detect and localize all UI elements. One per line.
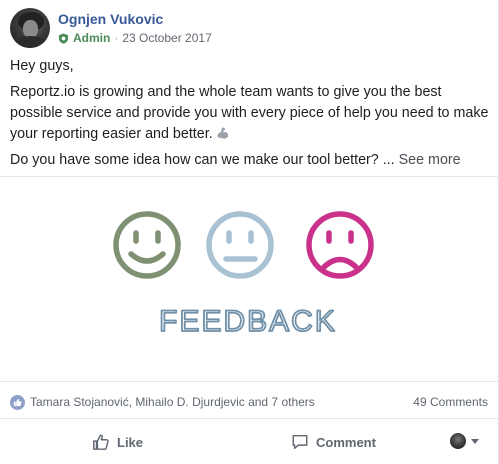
meta-separator: ·	[114, 31, 119, 45]
comment-bubble-icon	[292, 434, 308, 450]
content-divider	[0, 176, 499, 177]
like-button[interactable]: Like	[92, 433, 143, 451]
comment-label: Comment	[316, 434, 376, 450]
post-meta: Ognjen Vukovic Admin · 23 October 2017	[58, 8, 212, 45]
shield-icon	[58, 32, 69, 44]
current-user-avatar	[450, 433, 466, 449]
admin-badge: Admin	[73, 31, 111, 45]
post-as-selector[interactable]	[450, 433, 479, 449]
post-text: Hey guys, Reportz.io is growing and the …	[10, 56, 490, 176]
see-more-link[interactable]: See more	[399, 152, 461, 168]
reactions-divider	[0, 381, 499, 382]
post-body-text: Reportz.io is growing and the whole team…	[10, 84, 489, 142]
post-question: Do you have some idea how can we make ou…	[10, 150, 490, 171]
post-greeting: Hey guys,	[10, 58, 74, 74]
actions-divider	[0, 418, 499, 419]
neutral-face-icon	[206, 211, 274, 279]
post-subline: Admin · 23 October 2017	[58, 31, 212, 45]
author-name[interactable]: Ognjen Vukovic	[58, 10, 212, 28]
comments-count[interactable]: 49 Comments	[413, 395, 488, 409]
feedback-image[interactable]: FEEDBACK	[100, 198, 390, 348]
chevron-down-icon	[471, 438, 479, 444]
sad-face-icon	[306, 211, 374, 279]
actions-bar: Like Comment	[0, 428, 499, 456]
post-header: Ognjen Vukovic Admin · 23 October 2017	[10, 8, 212, 48]
feedback-caption: FEEDBACK	[159, 305, 337, 338]
like-reaction-icon[interactable]	[10, 394, 25, 410]
thumbs-up-icon	[93, 434, 109, 450]
flexed-biceps-emoji-icon	[217, 127, 228, 139]
happy-face-icon	[113, 211, 181, 279]
reactions-row: Tamara Stojanović, Mihailo D. Djurdjevic…	[10, 393, 488, 411]
post-date[interactable]: 23 October 2017	[122, 31, 211, 45]
comment-button[interactable]: Comment	[291, 433, 376, 451]
post-card: Ognjen Vukovic Admin · 23 October 2017 H…	[0, 0, 499, 464]
reactors-list[interactable]: Tamara Stojanović, Mihailo D. Djurdjevic…	[30, 395, 413, 409]
author-avatar[interactable]	[10, 8, 50, 48]
like-label: Like	[117, 434, 144, 450]
post-question-text: Do you have some idea how can we make ou…	[10, 152, 395, 168]
post-body: Reportz.io is growing and the whole team…	[10, 82, 490, 145]
